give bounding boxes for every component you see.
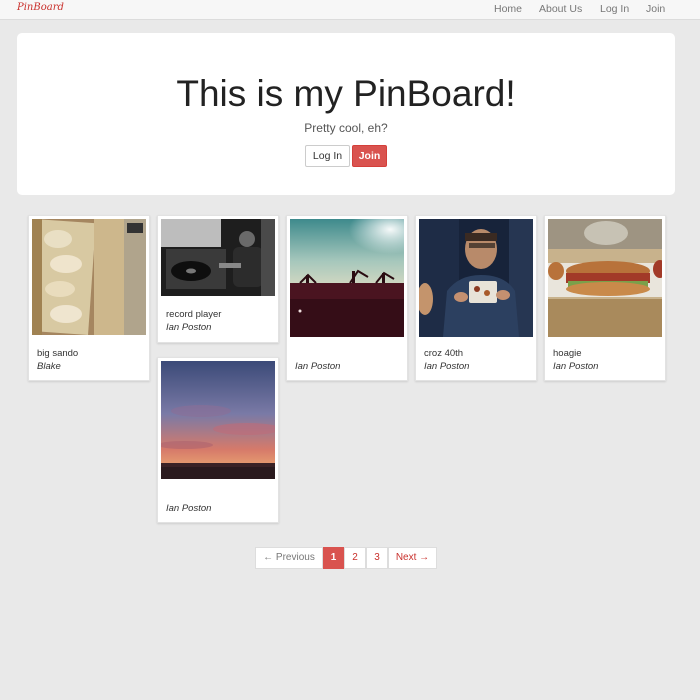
pagination-next[interactable]: Next → bbox=[388, 547, 437, 569]
pagination-page-2[interactable]: 2 bbox=[344, 547, 366, 569]
brand-logo[interactable]: PinBoard bbox=[17, 2, 64, 13]
pagination-previous[interactable]: ← Previous bbox=[255, 547, 323, 569]
pin-author: Ian Poston bbox=[295, 361, 341, 372]
nav-join-link[interactable]: Join bbox=[646, 3, 665, 15]
pin-author: Ian Poston bbox=[553, 361, 599, 372]
hero-subtitle: Pretty cool, eh? bbox=[304, 121, 388, 135]
pin-author: Ian Poston bbox=[166, 503, 212, 514]
pin-image[interactable] bbox=[548, 219, 662, 337]
pin-title: hoagie bbox=[553, 348, 582, 359]
pin-author: Ian Poston bbox=[166, 322, 212, 333]
pin-card[interactable]: big sando Blake bbox=[28, 215, 150, 381]
nav-home-link[interactable]: Home bbox=[494, 3, 522, 15]
pin-title: croz 40th bbox=[424, 348, 464, 359]
hero-jumbotron: This is my PinBoard! Pretty cool, eh? Lo… bbox=[17, 33, 675, 195]
pin-author: Blake bbox=[37, 361, 61, 372]
pin-author: Ian Poston bbox=[424, 361, 470, 372]
login-button[interactable]: Log In bbox=[305, 145, 350, 167]
pin-image[interactable] bbox=[419, 219, 533, 337]
hero-title: This is my PinBoard! bbox=[176, 73, 516, 114]
pin-title: record player bbox=[166, 309, 222, 320]
pagination-page-3[interactable]: 3 bbox=[366, 547, 388, 569]
pin-title: big sando bbox=[37, 348, 79, 359]
nav-about-link[interactable]: About Us bbox=[539, 3, 582, 15]
pin-card[interactable]: record player Ian Poston bbox=[157, 215, 279, 343]
navbar: PinBoard Home About Us Log In Join bbox=[0, 0, 700, 20]
pin-card[interactable]: Ian Poston bbox=[157, 357, 279, 523]
pin-image[interactable] bbox=[290, 219, 404, 337]
join-button[interactable]: Join bbox=[352, 145, 387, 167]
pin-image[interactable] bbox=[32, 219, 146, 335]
pagination-page-1[interactable]: 1 bbox=[323, 547, 344, 569]
pin-image[interactable] bbox=[161, 219, 275, 296]
nav-login-link[interactable]: Log In bbox=[600, 3, 629, 15]
pin-card[interactable]: hoagie Ian Poston bbox=[544, 215, 666, 381]
pin-image[interactable] bbox=[161, 361, 275, 479]
pin-card[interactable]: croz 40th Ian Poston bbox=[415, 215, 537, 381]
pin-card[interactable]: Ian Poston bbox=[286, 215, 408, 381]
